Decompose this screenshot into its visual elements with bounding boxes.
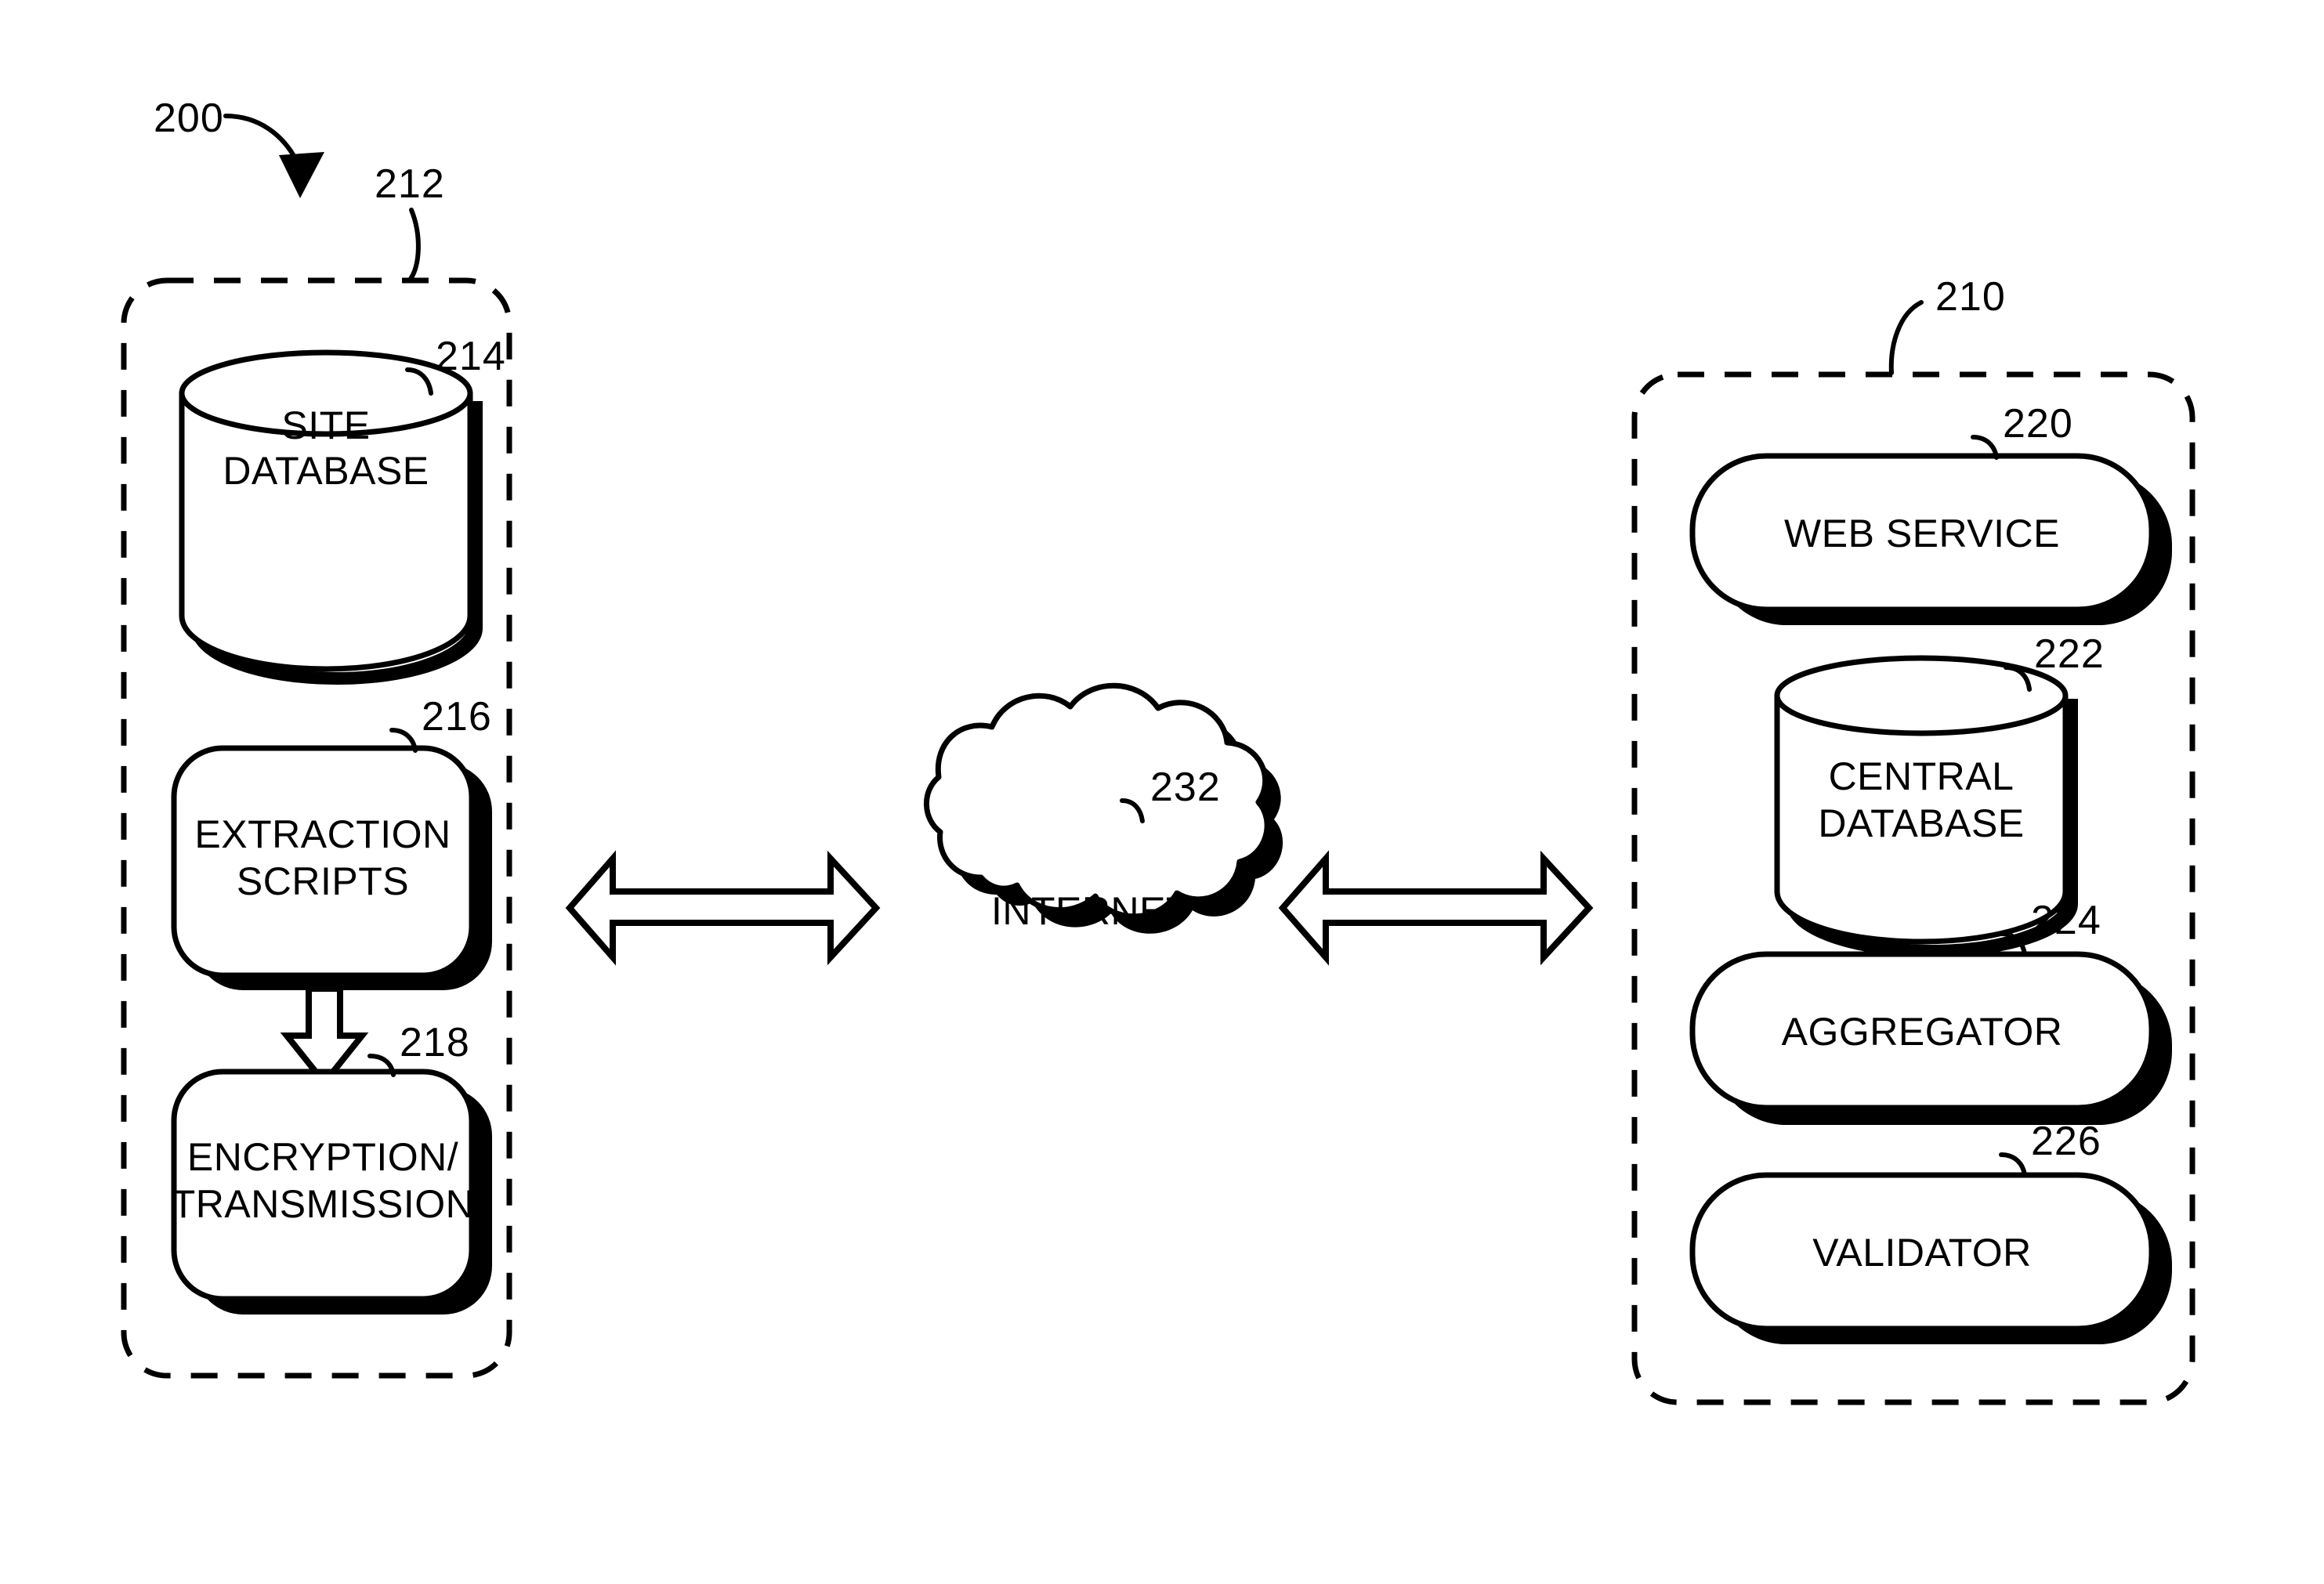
node-web-service[interactable]: WEB SERVICE 220: [1689, 401, 2172, 625]
ref-214-text: 214: [436, 334, 506, 379]
encryption-transmission-label-line1: ENCRYPTION/: [187, 1135, 458, 1179]
ref-212-leader-line: [408, 208, 421, 281]
node-internet-cloud[interactable]: INTERNET 232: [924, 682, 1283, 934]
ref-220-text: 220: [2003, 401, 2073, 447]
left-double-arrow-glyph: [565, 850, 881, 966]
ref-210-leader-line: [1888, 300, 1924, 375]
internet-cloud-label: INTERNET: [991, 889, 1190, 933]
left-network-link: [565, 850, 881, 966]
ref-222-text: 222: [2034, 631, 2105, 677]
ref-226-text: 226: [2031, 1119, 2101, 1164]
figure-number-callout: 200: [154, 96, 324, 198]
central-database-label-line1: CENTRAL: [1829, 754, 2014, 798]
ref-210-text: 210: [1935, 274, 2006, 320]
patent-figure: 200 212 SITE DATABASE 214 EXTRACTION SCR…: [121, 96, 2195, 1405]
central-database-label-line2: DATABASE: [1818, 801, 2024, 845]
extraction-scripts-label-line2: SCRIPTS: [237, 859, 409, 903]
encryption-transmission-label-line2: TRANSMISSION: [172, 1182, 475, 1226]
down-arrow-glyph: [280, 985, 369, 1088]
site-database-label-line1: SITE: [281, 403, 370, 447]
ref-232-text: 232: [1150, 765, 1221, 810]
right-network-link: [1278, 850, 1594, 966]
aggregator-label: AGGREGATOR: [1782, 1010, 2063, 1054]
ref-212-text: 212: [375, 161, 445, 207]
central-database-top-ellipse: [1774, 655, 2069, 736]
node-site-database[interactable]: SITE DATABASE 214: [179, 334, 506, 685]
ref-226-leader-line: [1999, 1152, 2027, 1177]
right-double-arrow-glyph: [1278, 850, 1594, 966]
internal-flow-arrow: [280, 985, 369, 1088]
figure-number-text: 200: [154, 96, 224, 141]
ref-216-text: 216: [422, 694, 492, 740]
figure-number-arrowhead: [279, 152, 324, 198]
ref-224-text: 224: [2031, 898, 2101, 943]
site-database-label-line2: DATABASE: [223, 449, 429, 493]
node-extraction-scripts[interactable]: EXTRACTION SCRIPTS 216: [171, 694, 492, 990]
validator-label: VALIDATOR: [1812, 1231, 2032, 1275]
web-service-label: WEB SERVICE: [1784, 512, 2060, 555]
extraction-scripts-label-line1: EXTRACTION: [194, 812, 451, 856]
node-validator[interactable]: VALIDATOR 226: [1689, 1119, 2172, 1344]
figure-canvas: 200 212 SITE DATABASE 214 EXTRACTION SCR…: [0, 0, 2324, 1584]
ref-218-text: 218: [400, 1020, 470, 1065]
